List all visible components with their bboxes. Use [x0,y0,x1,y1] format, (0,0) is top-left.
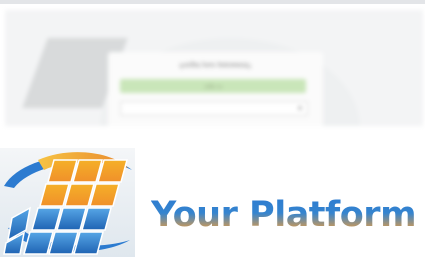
solar-panel-logo-icon [0,148,135,257]
reflection-sign-in-button: Sign in [120,79,306,93]
reflection-input-icon [298,106,302,110]
reflection-input-field [120,101,308,116]
top-divider [0,0,425,4]
reflection-card-title: Forgot your password? [179,61,252,68]
mirrored-login-reflection: Forgot your password? Sign in [5,10,423,126]
reflection-login-card: Forgot your password? Sign in [108,52,323,126]
reflection-button-label: Sign in [203,83,223,89]
platform-logo [0,148,135,257]
platform-name: Your Platform [151,195,417,235]
